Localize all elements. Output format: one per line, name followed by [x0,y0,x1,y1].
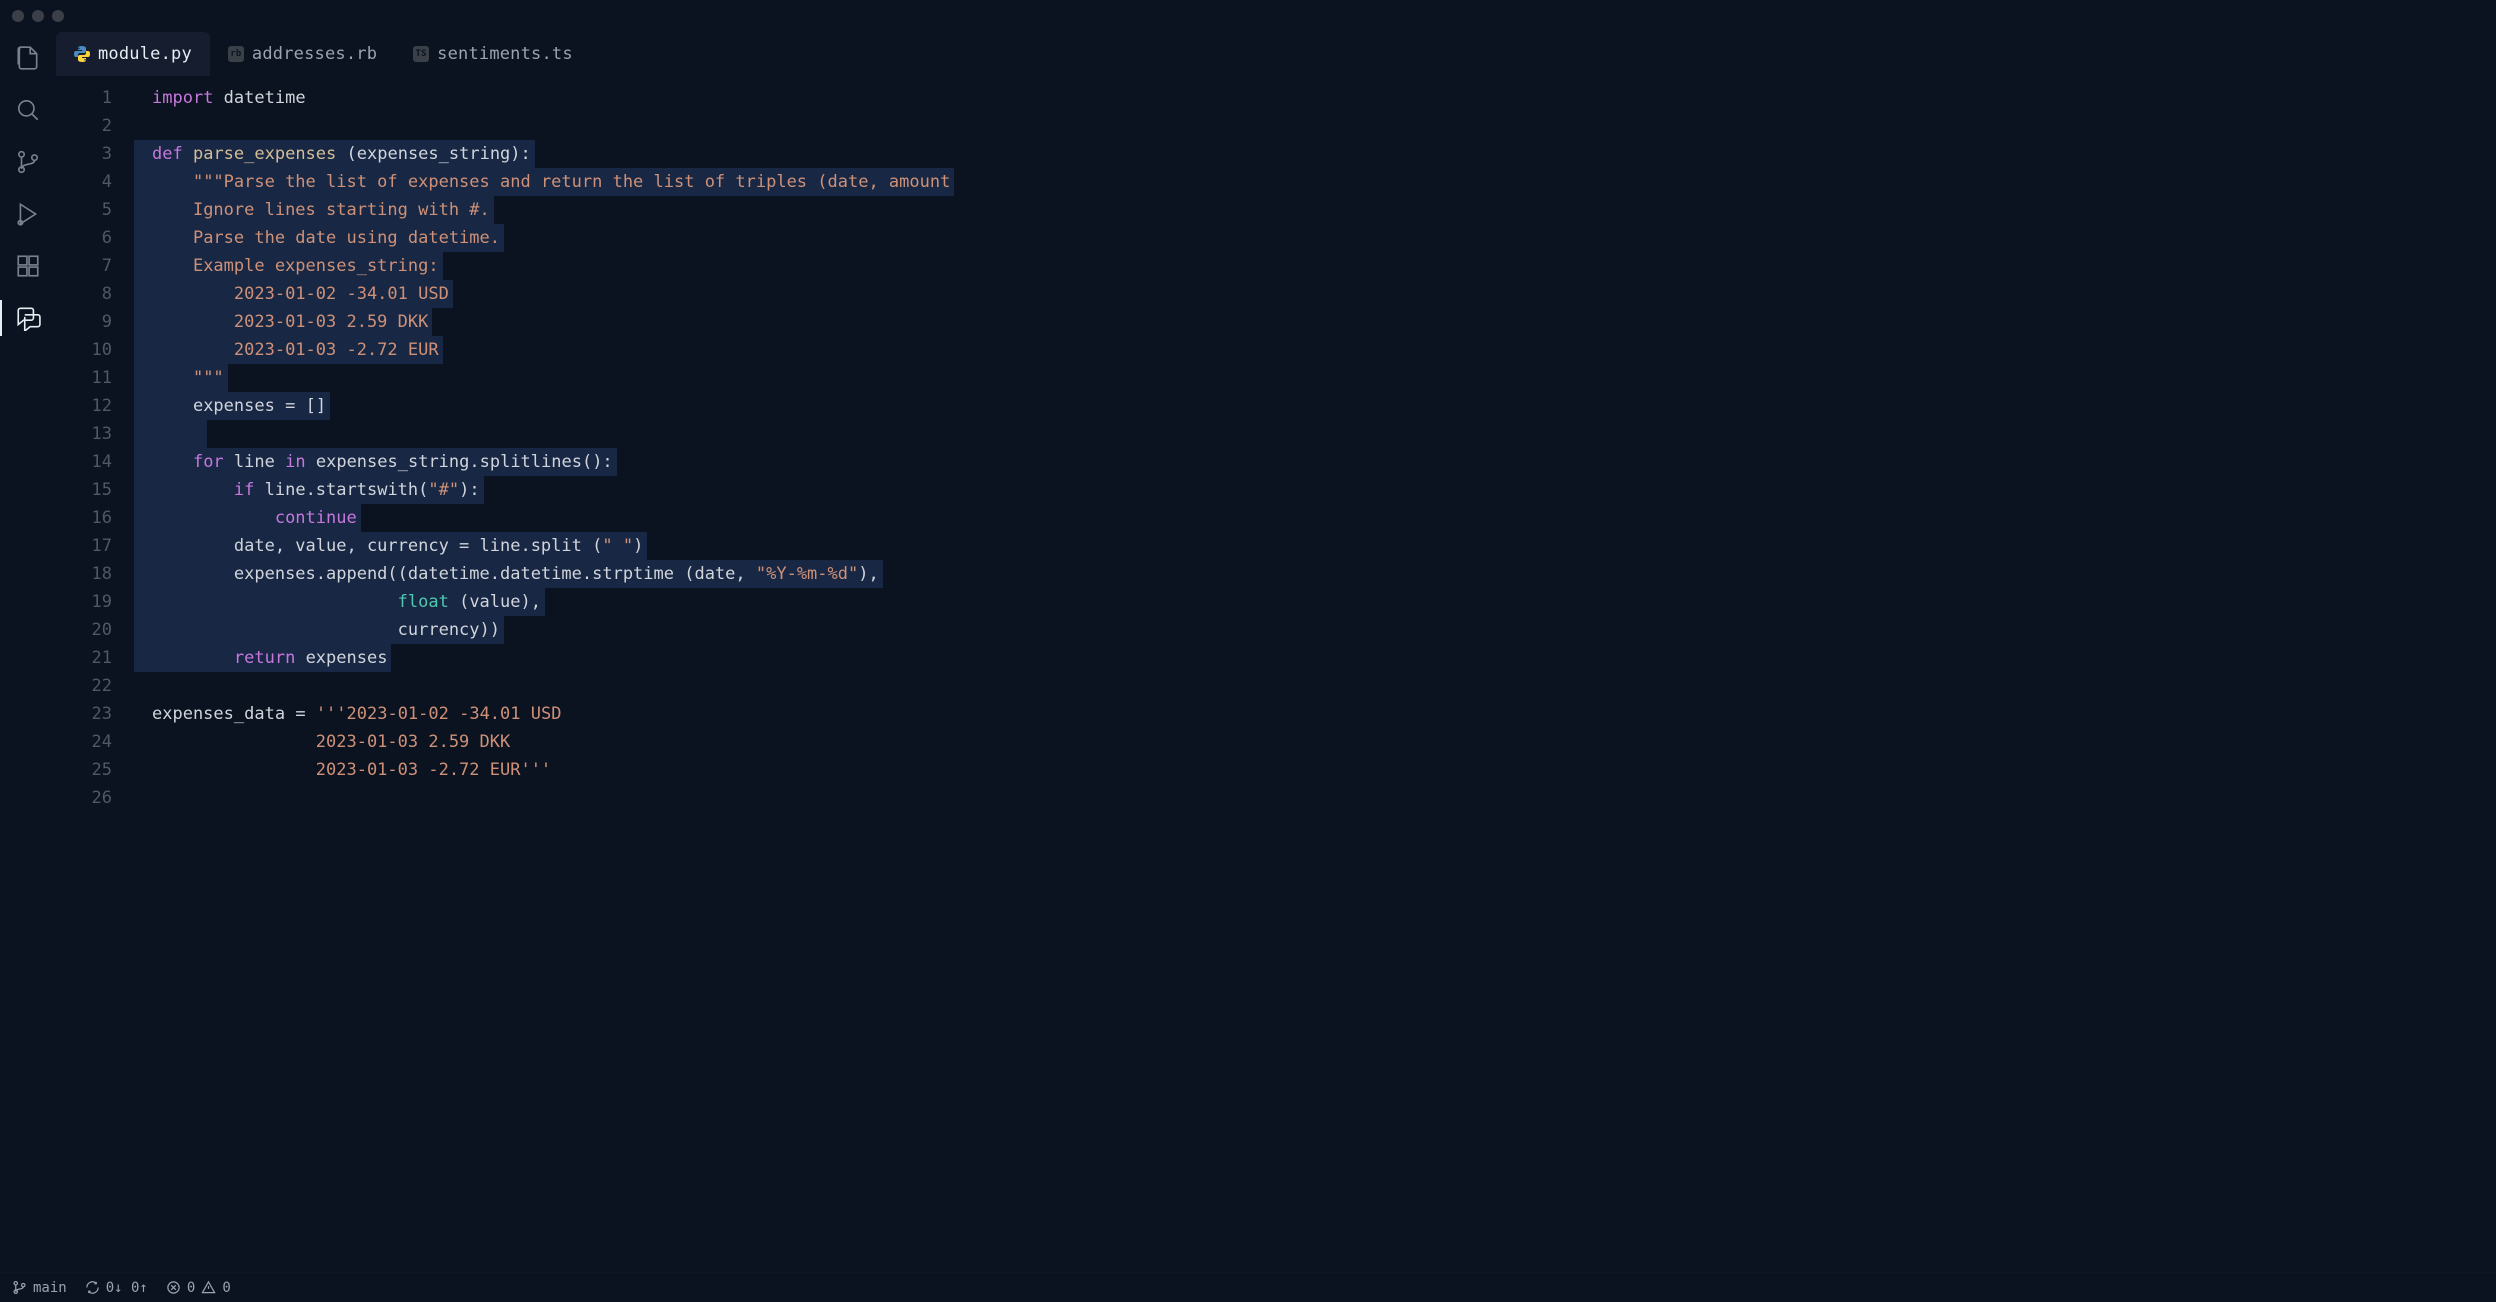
code-line[interactable]: """ [134,364,2496,392]
line-number: 15 [56,476,112,504]
maximize-window-button[interactable] [52,10,64,22]
line-number: 19 [56,588,112,616]
tab-label: module.py [98,44,192,64]
status-sync[interactable]: 0↓ 0↑ [85,1280,148,1296]
line-number: 9 [56,308,112,336]
code-line[interactable]: Example expenses_string: [134,252,2496,280]
status-problems[interactable]: 0 0 [166,1280,231,1296]
tab-module-py[interactable]: module.py [56,32,210,76]
code-line[interactable]: 2023-01-03 -2.72 EUR''' [134,756,2496,784]
line-number: 2 [56,112,112,140]
code-line[interactable]: 2023-01-03 2.59 DKK [134,308,2496,336]
line-number: 14 [56,448,112,476]
error-count: 0 [187,1280,195,1296]
line-number: 7 [56,252,112,280]
extensions-icon[interactable] [14,252,42,280]
line-number: 3 [56,140,112,168]
editor-area: module.py rb addresses.rb TS sentiments.… [56,32,2496,1272]
line-number: 1 [56,84,112,112]
warning-count: 0 [222,1280,230,1296]
code-line[interactable]: import datetime [134,84,2496,112]
line-number: 26 [56,784,112,812]
code-line[interactable]: if line.startswith("#"): [134,476,2496,504]
explorer-icon[interactable] [14,44,42,72]
code-line[interactable]: continue [134,504,2496,532]
line-number: 21 [56,644,112,672]
code-line[interactable] [134,420,2496,448]
minimize-window-button[interactable] [32,10,44,22]
code-line[interactable] [134,784,2496,812]
activity-bar [0,32,56,1272]
main-area: module.py rb addresses.rb TS sentiments.… [0,32,2496,1272]
status-branch[interactable]: main [12,1280,67,1296]
source-control-icon[interactable] [14,148,42,176]
line-number: 12 [56,392,112,420]
line-number: 17 [56,532,112,560]
line-number: 13 [56,420,112,448]
line-number: 11 [56,364,112,392]
run-debug-icon[interactable] [14,200,42,228]
code-line[interactable]: 2023-01-03 -2.72 EUR [134,336,2496,364]
editor-pane[interactable]: 1234567891011121314151617181920212223242… [56,76,2496,1272]
line-number: 25 [56,756,112,784]
code-line[interactable]: expenses_data = '''2023-01-02 -34.01 USD [134,700,2496,728]
tab-label: sentiments.ts [437,44,573,64]
window-controls [12,10,64,22]
code-line[interactable]: def parse_expenses (expenses_string): [134,140,2496,168]
code-line[interactable]: for line in expenses_string.splitlines()… [134,448,2496,476]
search-icon[interactable] [14,96,42,124]
line-number: 24 [56,728,112,756]
code-line[interactable]: Ignore lines starting with #. [134,196,2496,224]
statusbar: main 0↓ 0↑ 0 0 [0,1272,2496,1302]
line-number-gutter: 1234567891011121314151617181920212223242… [56,76,134,1272]
titlebar [0,0,2496,32]
code-line[interactable] [134,672,2496,700]
tab-sentiments-ts[interactable]: TS sentiments.ts [395,32,591,76]
code-line[interactable]: """Parse the list of expenses and return… [134,168,2496,196]
close-window-button[interactable] [12,10,24,22]
python-icon [74,46,90,62]
branch-name: main [33,1280,67,1296]
code-line[interactable]: 2023-01-03 2.59 DKK [134,728,2496,756]
code-line[interactable]: 2023-01-02 -34.01 USD [134,280,2496,308]
line-number: 20 [56,616,112,644]
sync-status: 0↓ 0↑ [106,1280,148,1296]
code-line[interactable] [134,112,2496,140]
code-line[interactable]: expenses = [] [134,392,2496,420]
line-number: 16 [56,504,112,532]
code-line[interactable]: date, value, currency = line.split (" ") [134,532,2496,560]
line-number: 22 [56,672,112,700]
code-line[interactable]: currency)) [134,616,2496,644]
code-line[interactable]: Parse the date using datetime. [134,224,2496,252]
code-content[interactable]: import datetime def parse_expenses (expen… [134,76,2496,1272]
line-number: 10 [56,336,112,364]
line-number: 18 [56,560,112,588]
code-line[interactable]: return expenses [134,644,2496,672]
line-number: 6 [56,224,112,252]
code-line[interactable]: expenses.append((datetime.datetime.strpt… [134,560,2496,588]
chat-icon[interactable] [14,304,42,332]
typescript-icon: TS [413,46,429,62]
line-number: 8 [56,280,112,308]
tab-label: addresses.rb [252,44,377,64]
line-number: 23 [56,700,112,728]
tab-addresses-rb[interactable]: rb addresses.rb [210,32,395,76]
line-number: 5 [56,196,112,224]
code-line[interactable]: float (value), [134,588,2496,616]
ruby-icon: rb [228,46,244,62]
tabs-row: module.py rb addresses.rb TS sentiments.… [56,32,2496,76]
line-number: 4 [56,168,112,196]
